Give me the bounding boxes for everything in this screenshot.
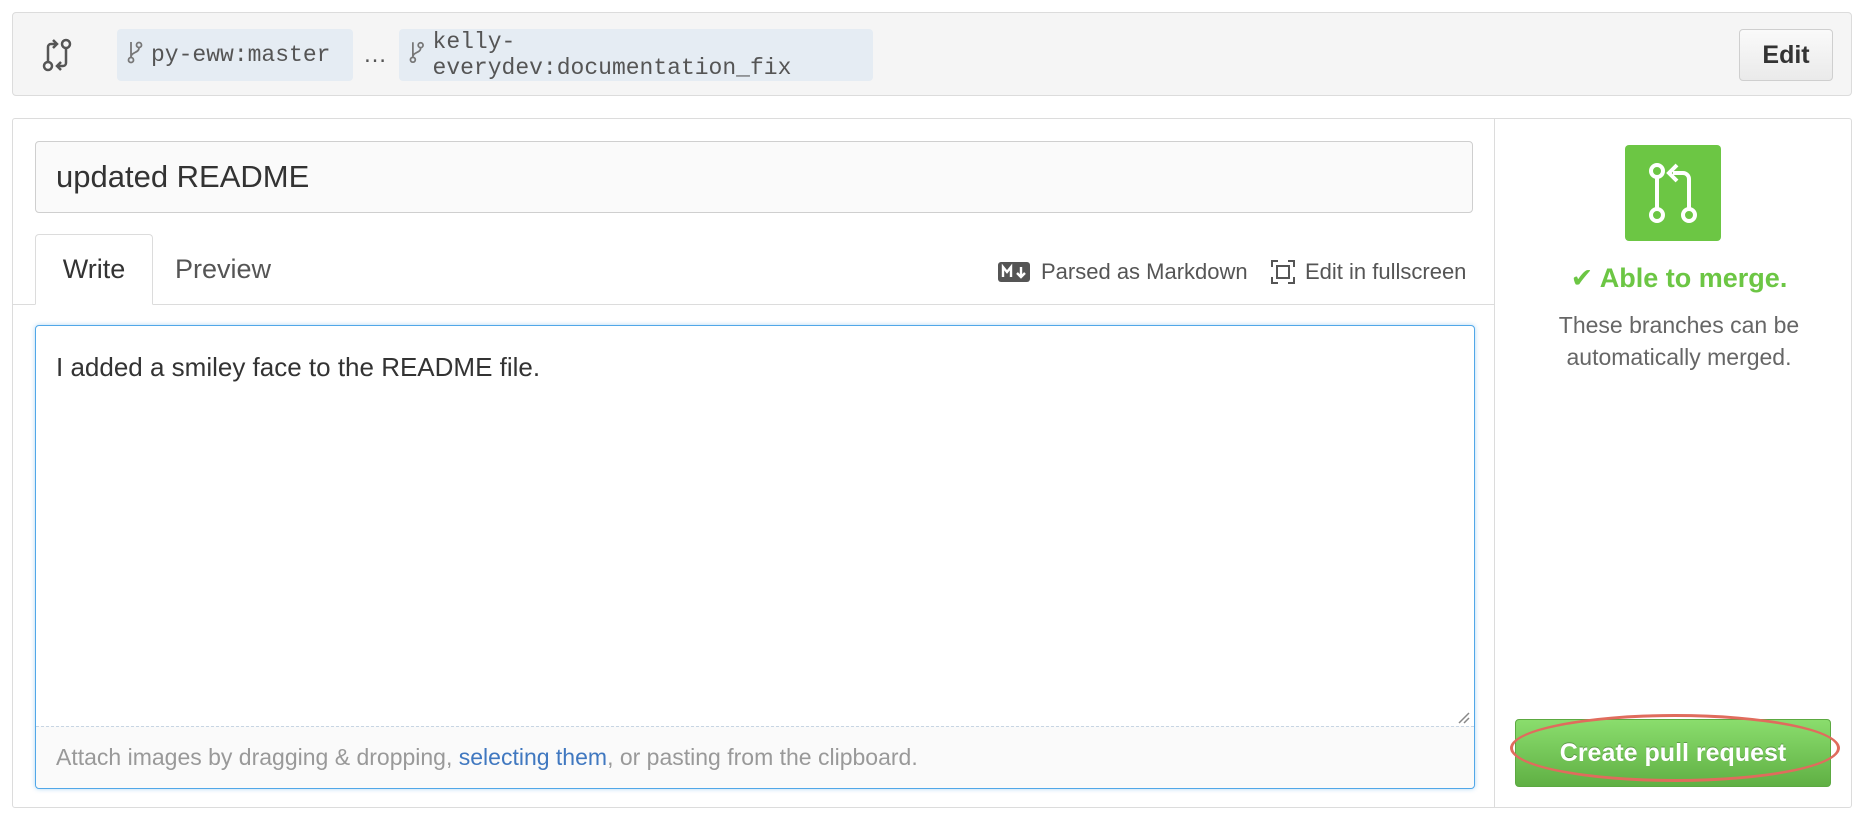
markdown-label: Parsed as Markdown: [1041, 259, 1248, 284]
merge-status-description: These branches can be automatically merg…: [1558, 312, 1800, 370]
tab-preview[interactable]: Preview: [163, 234, 283, 305]
base-branch-selector[interactable]: py-eww:master: [117, 29, 353, 81]
markdown-help-link[interactable]: Parsed as Markdown: [997, 257, 1248, 287]
resize-handle-icon[interactable]: [1456, 710, 1470, 724]
branch-compare-bar: py-eww:master … kelly-everydev:documenta…: [12, 12, 1852, 96]
attach-prefix: Attach images by dragging & dropping,: [56, 744, 459, 770]
fullscreen-toggle[interactable]: Edit in fullscreen: [1271, 257, 1466, 287]
branch-separator: …: [363, 41, 387, 68]
pull-request-form: updated README Write Preview Parsed as M…: [12, 118, 1852, 808]
fullscreen-icon: [1271, 260, 1295, 284]
attach-images-bar[interactable]: Attach images by dragging & dropping, se…: [36, 726, 1474, 788]
merge-status-badge: [1625, 145, 1721, 241]
base-branch-label: py-eww:master: [151, 42, 331, 68]
merge-status-text: ✔ Able to merge.: [1570, 263, 1788, 293]
tab-write[interactable]: Write: [35, 234, 153, 305]
comment-textarea[interactable]: I added a smiley face to the README file…: [35, 325, 1475, 789]
attach-suffix: , or pasting from the clipboard.: [607, 744, 918, 770]
sidebar-divider: [1494, 119, 1495, 807]
comment-body-text: I added a smiley face to the README file…: [56, 352, 541, 382]
git-compare-icon: [37, 35, 77, 75]
fullscreen-label: Edit in fullscreen: [1305, 259, 1467, 284]
head-branch-selector[interactable]: kelly-everydev:documentation_fix: [399, 29, 873, 81]
select-files-link[interactable]: selecting them: [459, 744, 607, 771]
pr-title-input[interactable]: updated README: [35, 141, 1473, 213]
branch-icon: [127, 41, 143, 64]
git-pull-request-icon: [1649, 163, 1697, 223]
create-pull-request-button[interactable]: Create pull request: [1515, 719, 1831, 787]
branch-icon: [409, 41, 424, 64]
head-branch-label: kelly-everydev:documentation_fix: [432, 29, 792, 81]
markdown-icon: [998, 262, 1030, 282]
edit-button[interactable]: Edit: [1739, 29, 1833, 81]
